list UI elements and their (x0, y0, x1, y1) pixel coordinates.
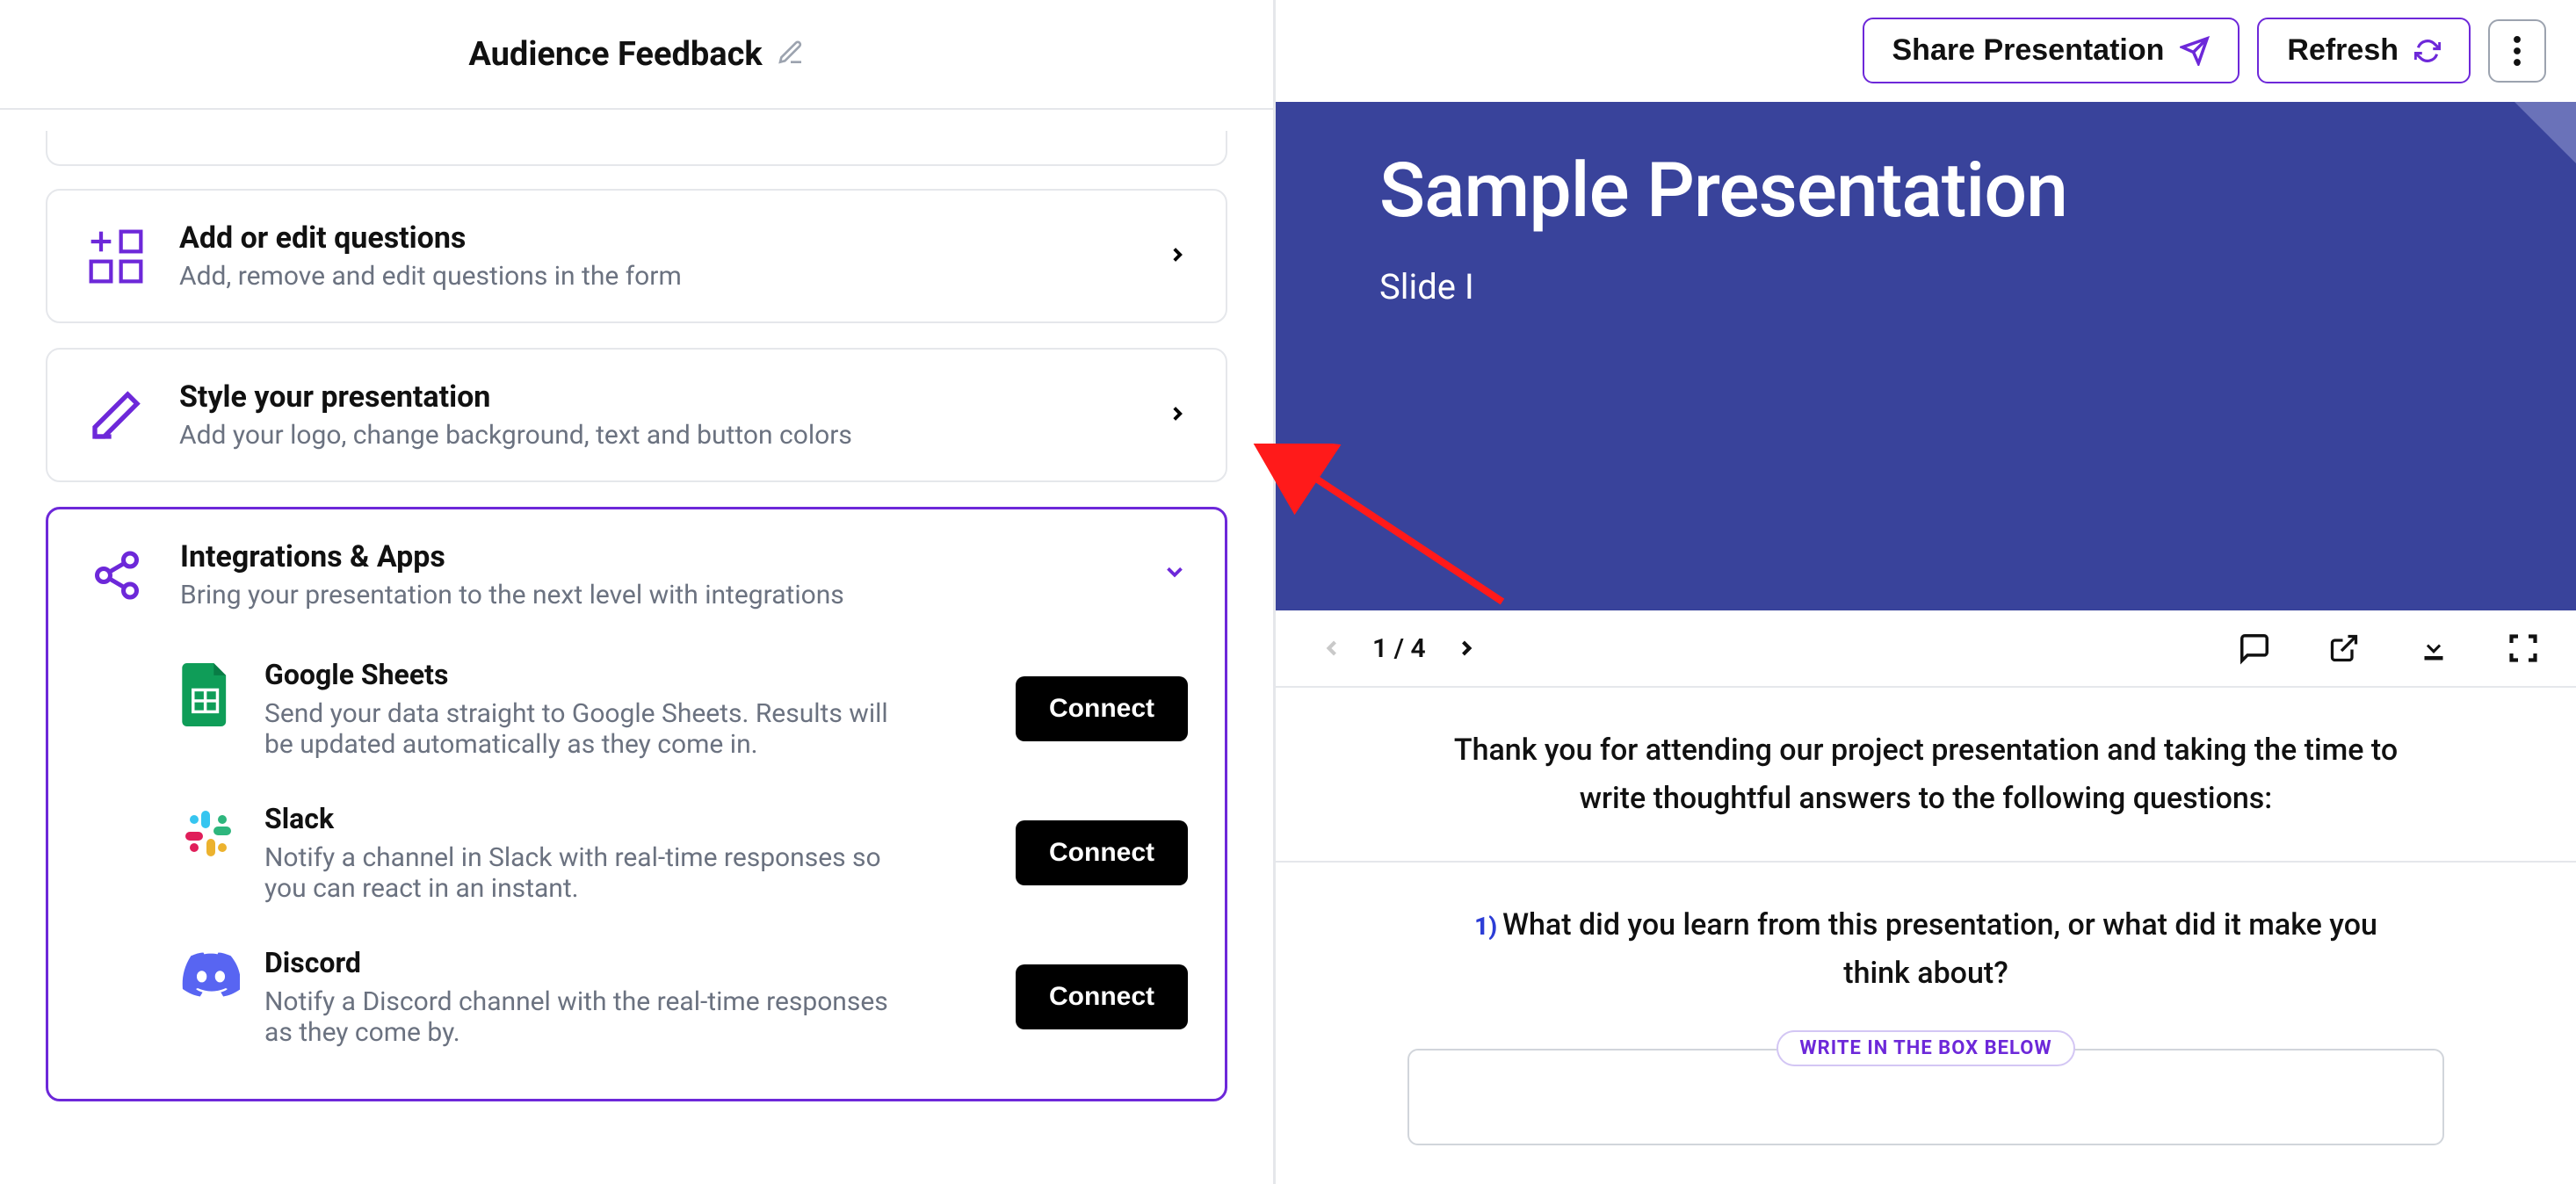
card-title: Integrations & Apps (180, 539, 1130, 574)
collapsed-card-peek (46, 131, 1227, 166)
card-title: Style your presentation (179, 379, 1134, 415)
share-presentation-button[interactable]: Share Presentation (1863, 18, 2240, 83)
intro-text: Thank you for attending our project pres… (1443, 726, 2409, 822)
next-slide-button[interactable] (1445, 624, 1487, 673)
question-number: 1) (1474, 912, 1497, 941)
integration-name: Discord (264, 946, 986, 979)
integration-google-sheets: Google Sheets Send your data straight to… (85, 637, 1188, 781)
refresh-button[interactable]: Refresh (2257, 18, 2471, 83)
open-external-icon[interactable] (2326, 631, 2362, 666)
integration-desc: Send your data straight to Google Sheets… (264, 698, 897, 760)
share-label: Share Presentation (1892, 33, 2165, 68)
left-panel: Audience Feedback Add (0, 0, 1276, 1184)
right-header: Share Presentation Refresh (1276, 0, 2576, 102)
intro-block: Thank you for attending our project pres… (1276, 686, 2576, 861)
integration-desc: Notify a channel in Slack with real-time… (264, 842, 897, 904)
integration-desc: Notify a Discord channel with the real-t… (264, 986, 897, 1048)
discord-icon (182, 951, 235, 1004)
card-title: Add or edit questions (179, 220, 1134, 256)
slide-hero: Sample Presentation Slide I (1276, 102, 2576, 610)
card-add-edit-questions[interactable]: Add or edit questions Add, remove and ed… (46, 189, 1227, 323)
connect-button[interactable]: Connect (1016, 676, 1188, 741)
chevron-right-icon (1166, 398, 1189, 433)
write-below-pill: WRITE IN THE BOX BELOW (1776, 1030, 2074, 1066)
comment-icon[interactable] (2237, 631, 2272, 666)
page-indicator: 1 / 4 (1372, 633, 1426, 664)
question-body: What did you learn from this presentatio… (1502, 907, 2377, 990)
refresh-label: Refresh (2287, 33, 2399, 68)
chevron-right-icon (1166, 239, 1189, 274)
integration-slack: Slack Notify a channel in Slack with rea… (85, 781, 1188, 925)
integration-name: Slack (264, 802, 986, 835)
card-subtitle: Add, remove and edit questions in the fo… (179, 261, 1134, 292)
question-text: 1)What did you learn from this presentat… (1443, 901, 2409, 997)
more-menu-button[interactable] (2488, 19, 2546, 83)
slack-icon (182, 807, 235, 860)
card-integrations: Integrations & Apps Bring your presentat… (46, 507, 1227, 1101)
connect-button[interactable]: Connect (1016, 964, 1188, 1029)
pencil-icon (84, 387, 148, 444)
fullscreen-icon[interactable] (2506, 631, 2541, 666)
slide-title: Sample Presentation (1379, 146, 2472, 235)
refresh-icon (2414, 38, 2441, 64)
grid-plus-icon (84, 227, 148, 286)
share-icon (85, 549, 148, 602)
card-subtitle: Add your logo, change background, text a… (179, 420, 1134, 451)
question-block: 1)What did you learn from this presentat… (1276, 861, 2576, 1184)
page-title: Audience Feedback (468, 35, 762, 74)
edit-title-icon[interactable] (777, 39, 805, 70)
send-icon (2180, 36, 2210, 66)
card-subtitle: Bring your presentation to the next leve… (180, 580, 1130, 610)
annotation-arrow (1239, 444, 1520, 637)
integration-discord: Discord Notify a Discord channel with th… (85, 925, 1188, 1069)
download-icon[interactable] (2416, 631, 2451, 666)
kebab-icon (2514, 36, 2521, 66)
google-sheets-icon (182, 663, 235, 716)
card-style-presentation[interactable]: Style your presentation Add your logo, c… (46, 348, 1227, 482)
slide-toolbar: 1 / 4 (1276, 610, 2576, 687)
connect-button[interactable]: Connect (1016, 820, 1188, 885)
chevron-down-icon[interactable] (1161, 558, 1188, 593)
right-panel: Share Presentation Refresh Sample Presen… (1276, 0, 2576, 1184)
slide-subtitle: Slide I (1379, 266, 2472, 307)
left-header: Audience Feedback (0, 0, 1273, 110)
prev-slide-button (1311, 624, 1353, 673)
integration-name: Google Sheets (264, 658, 986, 691)
